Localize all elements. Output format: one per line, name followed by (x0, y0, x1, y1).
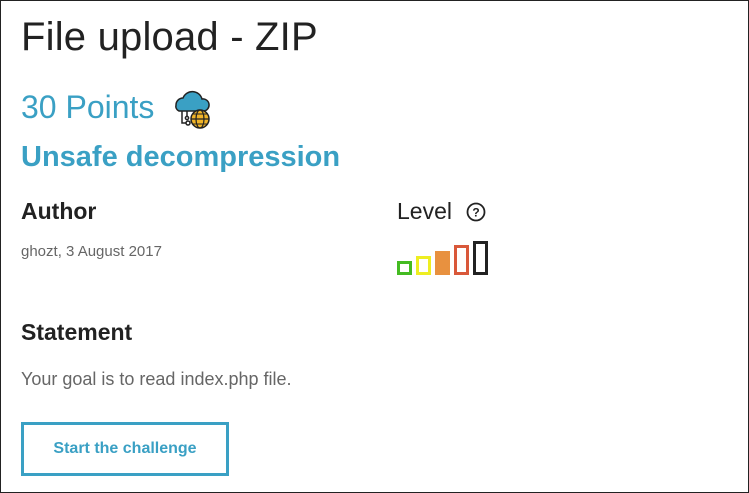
page-title: File upload - ZIP (21, 15, 318, 59)
points-value: 30 Points (21, 88, 155, 125)
level-bar-3 (435, 251, 450, 275)
svg-text:?: ? (472, 205, 479, 219)
level-bars (397, 241, 488, 275)
challenge-subtitle: Unsafe decompression (21, 141, 341, 173)
level-bar-1 (397, 261, 412, 275)
level-bar-5 (473, 241, 488, 275)
points-row: 30 Points (21, 85, 214, 129)
cloud-globe-icon (175, 90, 211, 129)
question-circle-icon[interactable]: ? (466, 202, 486, 222)
author-meta: ghozt, 3 August 2017 (21, 243, 162, 260)
statement-heading: Statement (21, 319, 133, 345)
level-heading: Level ? (397, 198, 486, 225)
challenge-card: File upload - ZIP 30 Points Unsafe decom… (0, 0, 749, 493)
level-label: Level (397, 198, 452, 224)
author-heading: Author (21, 198, 97, 224)
start-challenge-button[interactable]: Start the challenge (21, 422, 229, 476)
level-bar-2 (416, 256, 431, 275)
statement-text: Your goal is to read index.php file. (21, 369, 292, 389)
level-bar-4 (454, 245, 469, 275)
